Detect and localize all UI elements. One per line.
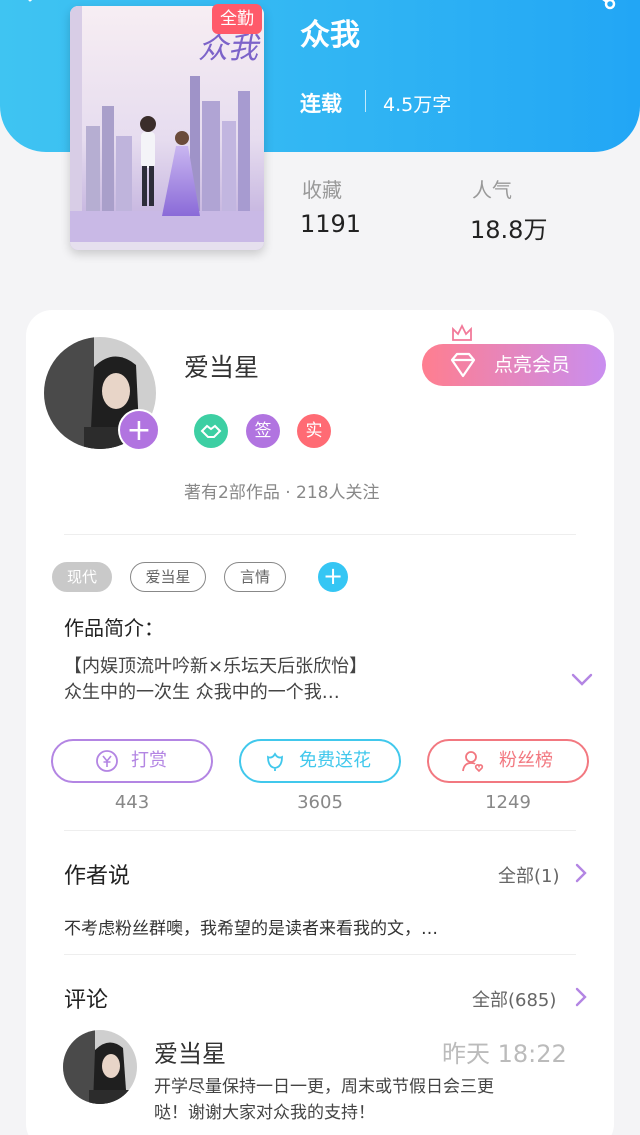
- book-cover[interactable]: 众我: [70, 6, 264, 250]
- chevron-right-icon[interactable]: [574, 986, 588, 1008]
- book-title: 众我: [300, 18, 360, 53]
- status-divider: [365, 90, 366, 112]
- tip-count: 443: [114, 792, 150, 813]
- full-attendance-badge: 全勤: [212, 4, 262, 34]
- tag-modern[interactable]: 现代: [52, 562, 112, 592]
- commenter-avatar[interactable]: [63, 1030, 137, 1104]
- divider: [64, 954, 576, 955]
- crown-icon: [452, 324, 472, 341]
- intro-title: 作品简介：: [64, 616, 164, 640]
- verified-badge: 实: [297, 414, 331, 448]
- intro-text[interactable]: 【内娱顶流叶吟新×乐坛天后张欣怡】 众生中的一次生 众我中的一个我…: [64, 654, 564, 706]
- flower-count: 3605: [297, 792, 343, 813]
- fan-count: 1249: [485, 792, 531, 813]
- yen-icon: [96, 750, 118, 772]
- stat-popularity-label: 人气: [472, 178, 512, 202]
- divider: [64, 830, 576, 831]
- tip-button[interactable]: 打赏: [51, 739, 213, 783]
- author-say-all-link[interactable]: 全部(1): [498, 862, 560, 888]
- signed-badge: 签: [246, 414, 280, 448]
- stat-favorites-label: 收藏: [302, 178, 342, 202]
- comment-line-1: 开学尽量保持一日一更，周末或节假日会三更: [154, 1077, 494, 1097]
- chevron-down-icon[interactable]: [570, 672, 594, 688]
- comment-line-2: 哒！谢谢大家对众我的支持！: [154, 1103, 375, 1123]
- flower-icon: [267, 752, 283, 771]
- fan-rank-button[interactable]: 粉丝榜: [427, 739, 589, 783]
- comments-title: 评论: [64, 988, 109, 1013]
- divider: [64, 534, 576, 535]
- tip-button-label: 打赏: [131, 750, 167, 771]
- comments-all-link[interactable]: 全部(685): [472, 986, 556, 1012]
- author-works-info: 著有2部作品 · 218人关注: [184, 483, 380, 503]
- add-tag-button[interactable]: +: [318, 562, 348, 592]
- diamond-icon: [450, 352, 476, 378]
- chevron-right-icon[interactable]: [574, 862, 588, 884]
- author-say-title: 作者说: [64, 864, 131, 889]
- share-icon[interactable]: [586, 0, 616, 18]
- serial-status: 连载: [300, 92, 342, 116]
- intro-line-2: 众生中的一次生 众我中的一个我…: [64, 682, 340, 703]
- stat-popularity-value: 18.8万: [470, 216, 548, 244]
- handshake-icon: [194, 414, 228, 448]
- fan-rank-button-label: 粉丝榜: [499, 750, 553, 771]
- vip-button-label: 点亮会员: [494, 354, 571, 376]
- cover-illustration: 众我: [70, 6, 264, 250]
- tag-romance[interactable]: 言情: [224, 562, 286, 592]
- author-name[interactable]: 爱当星: [184, 348, 259, 384]
- author-say-text[interactable]: 不考虑粉丝群噢，我希望的是读者来看我的文，…: [64, 914, 438, 939]
- comment-time: 昨天 18:22: [442, 1040, 567, 1068]
- back-arrow-icon[interactable]: [22, 0, 50, 14]
- tag-author[interactable]: 爱当星: [130, 562, 206, 592]
- follow-author-button[interactable]: +: [118, 409, 160, 451]
- word-count: 4.5万字: [383, 94, 452, 116]
- comment-text[interactable]: 开学尽量保持一日一更，周末或节假日会三更 哒！谢谢大家对众我的支持！: [154, 1074, 574, 1126]
- svg-text:众我: 众我: [198, 31, 261, 66]
- cover-title-art: 众我: [198, 31, 261, 66]
- fan-rank-icon: [462, 751, 484, 773]
- commenter-name[interactable]: 爱当星: [154, 1034, 226, 1069]
- intro-line-1: 【内娱顶流叶吟新×乐坛天后张欣怡】: [64, 656, 368, 677]
- stat-favorites-value: 1191: [300, 210, 362, 238]
- free-flower-button-label: 免费送花: [299, 750, 371, 771]
- free-flower-button[interactable]: 免费送花: [239, 739, 401, 783]
